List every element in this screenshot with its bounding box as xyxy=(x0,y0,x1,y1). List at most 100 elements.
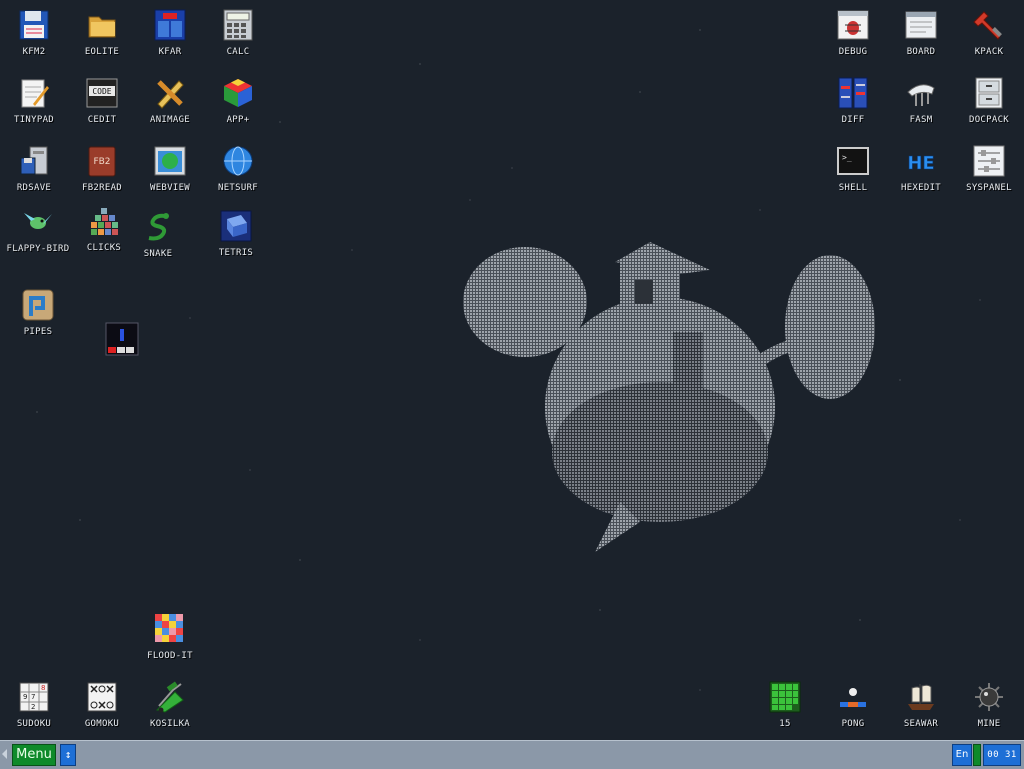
icon-label: ANIMAGE xyxy=(149,115,191,125)
globe-window-icon xyxy=(154,146,186,176)
desktop-icon-hexedit[interactable]: HE HEXEDIT xyxy=(885,144,957,206)
language-indicator[interactable]: En xyxy=(952,744,972,766)
tetris-window-icon xyxy=(105,322,139,356)
desktop-icon-kosilka[interactable]: KOSILKA xyxy=(134,680,206,742)
desktop-icon-flood-it[interactable]: FLOOD-IT xyxy=(134,612,206,674)
icon-label: APP+ xyxy=(226,115,250,125)
svg-text:CODE: CODE xyxy=(92,87,111,96)
notepad-icon xyxy=(21,79,49,108)
clock[interactable]: 00 31 xyxy=(983,744,1021,766)
bird-icon xyxy=(24,213,52,229)
icon-label: CALC xyxy=(226,47,250,57)
svg-text:HE: HE xyxy=(907,153,934,174)
desktop-icon-tinypad[interactable]: TINYPAD xyxy=(0,76,70,138)
desktop-icon-seawar[interactable]: SEAWAR xyxy=(885,680,957,742)
floppy-disk-icon xyxy=(19,10,49,40)
icon-label: FLAPPY-BIRD xyxy=(6,244,70,254)
icon-label: TINYPAD xyxy=(13,115,55,125)
icon-label: DEBUG xyxy=(838,47,868,57)
svg-text:8: 8 xyxy=(41,684,45,692)
taskbar-left-arrow-icon[interactable] xyxy=(2,749,7,759)
desktop-icon-gomoku[interactable]: GOMOKU xyxy=(66,680,138,742)
desktop-icon-pong[interactable]: PONG xyxy=(817,680,889,742)
desktop-icon-eolite[interactable]: EOLITE xyxy=(66,8,138,70)
desktop-icon-snake[interactable]: SNAKE xyxy=(122,210,194,272)
icon-label: DOCPACK xyxy=(968,115,1010,125)
icon-label: CEDIT xyxy=(87,115,117,125)
switch-windows-button[interactable]: ↕ xyxy=(60,744,76,766)
hex-editor-icon: HE xyxy=(907,153,935,175)
desktop-icon-debug[interactable]: DEBUG xyxy=(817,8,889,70)
pong-icon xyxy=(840,688,866,707)
desktop-icon-shell[interactable]: >_ SHELL xyxy=(817,144,889,206)
icon-label: PONG xyxy=(841,719,865,729)
desktop-icon-kpack[interactable]: KPACK xyxy=(953,8,1024,70)
board-icon xyxy=(905,11,937,39)
cabinet-icon xyxy=(975,77,1003,109)
terminal-icon: >_ xyxy=(837,147,869,175)
desktop-icon-webview[interactable]: WEBVIEW xyxy=(134,144,206,206)
pipes-icon xyxy=(22,289,54,321)
mine-icon xyxy=(975,683,1003,711)
icon-label: KOSILKA xyxy=(149,719,191,729)
icon-label: EOLITE xyxy=(84,47,120,57)
desktop-icon-flappy-bird[interactable]: FLAPPY-BIRD xyxy=(2,205,74,267)
desktop-icon-fb2read[interactable]: FB2 FB2READ xyxy=(66,144,138,206)
icon-label: RDSAVE xyxy=(16,183,52,193)
tetris-icon xyxy=(220,210,252,242)
desktop-icon-tetris-window[interactable] xyxy=(86,322,158,384)
pencil-ruler-icon xyxy=(157,80,184,109)
desktop-icon-syspanel[interactable]: SYSPANEL xyxy=(953,144,1024,206)
desktop-icon-board[interactable]: BOARD xyxy=(885,8,957,70)
svg-text:9: 9 xyxy=(23,693,27,701)
desktop-icon-calc[interactable]: CALC xyxy=(202,8,274,70)
icon-label: SNAKE xyxy=(143,249,173,259)
menu-button[interactable]: Menu xyxy=(12,744,56,766)
icon-label: 15 xyxy=(779,719,791,729)
book-icon: FB2 xyxy=(88,146,116,177)
ramdisk-save-icon xyxy=(20,146,48,175)
desktop-icon-animage[interactable]: ANIMAGE xyxy=(134,76,206,138)
icon-label: SYSPANEL xyxy=(966,183,1012,193)
svg-text:FB2: FB2 xyxy=(93,157,110,167)
icon-label: FASM xyxy=(909,115,933,125)
icon-label: DIFF xyxy=(841,115,865,125)
treehouse-wallpaper xyxy=(463,242,875,552)
desktop-icon-app-plus[interactable]: APP+ xyxy=(202,76,274,138)
taskbar: Menu ↕ En 00 31 xyxy=(0,740,1024,769)
desktop-icon-rdsave[interactable]: RDSAVE xyxy=(0,144,70,206)
lawnmower-icon xyxy=(156,681,184,713)
desktop-icon-docpack[interactable]: DOCPACK xyxy=(953,76,1024,138)
desktop-icon-kfm2[interactable]: KFM2 xyxy=(0,8,70,70)
desktop-icon-15[interactable]: 15 xyxy=(749,680,821,742)
fasm-icon xyxy=(907,84,935,106)
icon-label: FB2READ xyxy=(81,183,123,193)
icon-label: SEAWAR xyxy=(903,719,939,729)
desktop-icon-pipes[interactable]: PIPES xyxy=(2,288,74,350)
fifteen-puzzle-icon xyxy=(769,681,801,713)
icon-label: HEXEDIT xyxy=(900,183,942,193)
desktop-icon-netsurf[interactable]: NETSURF xyxy=(202,144,274,206)
icon-label: WEBVIEW xyxy=(149,183,191,193)
icon-label: SHELL xyxy=(838,183,868,193)
color-grid-icon xyxy=(155,614,183,642)
desktop-icon-kfar[interactable]: KFAR xyxy=(134,8,206,70)
diff-icon xyxy=(838,77,868,109)
desktop-icon-cedit[interactable]: CODE CEDIT xyxy=(66,76,138,138)
tray-separator xyxy=(973,744,981,766)
desktop-icon-fasm[interactable]: FASM xyxy=(885,76,957,138)
desktop-icon-diff[interactable]: DIFF xyxy=(817,76,889,138)
snake-icon xyxy=(148,213,169,241)
icon-label: FLOOD-IT xyxy=(147,651,193,661)
file-manager-icon xyxy=(154,9,186,41)
gomoku-icon xyxy=(87,682,117,712)
ship-icon xyxy=(908,684,934,710)
sudoku-icon: 9 7 2 8 xyxy=(19,682,49,712)
desktop-icon-sudoku[interactable]: 9 7 2 8 SUDOKU xyxy=(0,680,70,742)
desktop: KFM2 EOLITE KFAR CALC TINYPAD CODE CEDIT… xyxy=(0,0,1024,740)
icon-label: KPACK xyxy=(974,47,1004,57)
desktop-icon-mine[interactable]: MINE xyxy=(953,680,1024,742)
desktop-icon-tetris[interactable]: TETRIS xyxy=(200,209,272,271)
calculator-icon xyxy=(223,9,253,41)
icon-label: SUDOKU xyxy=(16,719,52,729)
